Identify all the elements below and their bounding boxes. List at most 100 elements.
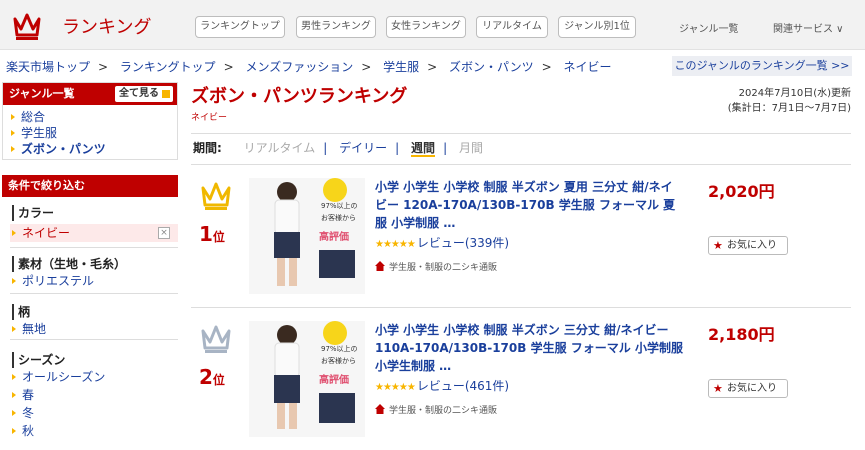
silver-crown-icon [201,325,231,353]
period-daily[interactable]: デイリー [339,141,387,155]
filter-material: 素材（生地・毛糸） ポリエステル [2,256,178,290]
genre-box: ジャンル一覧 全て見る 総合 学生服 ズボン・パンツ [2,82,178,160]
arrow-square-icon [162,90,170,98]
image-text: お客様から [321,356,356,365]
show-all-button[interactable]: 全て見る [115,86,173,102]
filter-material-item[interactable]: ポリエステル [10,272,178,290]
image-text: 高評価 [319,230,349,243]
product-photo: 97%以上の お客様から 高評価 [249,321,365,437]
shop-name: 学生服・制服の二シキ通販 [375,403,497,416]
favorite-button[interactable]: お気に入り [708,379,788,398]
period-realtime: リアルタイム [243,141,316,155]
filter-pattern-title: 柄 [12,304,178,320]
image-text: お客様から [321,213,356,222]
period-selector: 期間: リアルタイム | デイリー | 週間 | 月間 [191,133,851,165]
star-rating-icon: ★★★★★ [375,382,416,393]
genre-list: 総合 学生服 ズボン・パンツ [3,105,177,157]
review-link[interactable]: レビュー(461件) [417,379,509,393]
filter-season-item[interactable]: 春 [10,386,178,404]
product-photo: 97%以上の お客様から 高評価 [249,178,365,294]
brand-title[interactable]: ランキング [62,13,151,39]
gold-crown-icon [201,182,231,210]
ranking-item: 1位 97%以上の お客様から 高評価 小学 小学生 小学校 制服 半ズボン 夏… [191,178,851,306]
review-link[interactable]: レビュー(339件) [417,236,509,250]
updated-date: 2024年7月10日(水)更新 [738,88,851,99]
nav-realtime[interactable]: リアルタイム [476,16,548,38]
breadcrumb: 楽天市場トップ > ランキングトップ > メンズファッション > 学生服 > ズボン・パ… [6,58,612,75]
filter-material-title: 素材（生地・毛糸） [12,256,178,272]
related-services-menu[interactable]: 関連サービス ∨ [773,20,844,35]
rank-suffix: 位 [212,230,225,244]
breadcrumb-separator: > [223,60,234,74]
period-label: 期間: [193,141,222,155]
breadcrumb-item[interactable]: ランキングトップ [120,60,216,74]
filter-box: 条件で絞り込む カラー ネイビー × 素材（生地・毛糸） ポリエステル 柄 無地 … [2,175,178,450]
review-rating: ★★★★★ レビュー(461件) [375,377,509,394]
filter-color: カラー ネイビー × [2,205,178,242]
rank-value: 2 [199,365,213,389]
divider [10,293,178,294]
rank-number: 2位 [199,365,225,389]
crown-logo-icon[interactable] [12,9,42,41]
filter-pattern: 柄 無地 [2,304,178,338]
filter-box-header: 条件で絞り込む [2,175,178,197]
filter-pattern-item[interactable]: 無地 [10,320,178,338]
product-name-link[interactable]: 小学 小学生 小学校 制服 半ズボン 夏用 三分丈 紺/ネイビー 120A-17… [375,178,683,232]
breadcrumb-item[interactable]: ネイビー [564,60,612,74]
filter-color-selected[interactable]: ネイビー × [10,224,178,242]
item-divider [191,307,851,308]
ranking-item: 2位 97%以上の お客様から 高評価 小学 小学生 小学校 制服 半ズボン 三… [191,321,851,449]
product-image[interactable]: 97%以上の お客様から 高評価 [249,178,365,294]
divider [10,247,178,248]
rank-value: 1 [199,222,213,246]
header: ランキング ランキングトップ 男性ランキング 女性ランキング リアルタイム ジャ… [0,0,865,50]
genre-ranking-list-link[interactable]: このジャンルのランキング一覧 >> [672,56,852,76]
filter-season-item[interactable]: 冬 [10,404,178,422]
rank-number: 1位 [199,222,225,246]
breadcrumb-item[interactable]: メンズファッション [245,60,353,74]
show-all-label: 全て見る [119,88,159,99]
shop-name: 学生服・制服の二シキ通販 [375,260,497,273]
period-separator: | [395,141,400,155]
clear-filter-icon[interactable]: × [158,227,170,239]
product-name-link[interactable]: 小学 小学生 小学校 制服 半ズボン 三分丈 紺/ネイビー 110A-170A/… [375,321,683,375]
genre-box-header: ジャンル一覧 全て見る [3,83,177,105]
period-separator: | [323,141,328,155]
genre-item-school-uniform[interactable]: 学生服 [11,125,177,141]
shop-house-icon [375,261,385,271]
product-image[interactable]: 97%以上の お客様から 高評価 [249,321,365,437]
nav-male-ranking[interactable]: 男性ランキング [296,16,376,38]
breadcrumb-separator: > [427,60,438,74]
period-weekly[interactable]: 週間 [411,141,436,157]
image-text: 97%以上の [321,201,358,210]
filter-season-title: シーズン [12,352,178,368]
update-info: 2024年7月10日(水)更新 (集計日：7月1日〜7月7日) [728,86,851,116]
favorite-button[interactable]: お気に入り [708,236,788,255]
breadcrumb-item[interactable]: 学生服 [383,60,419,74]
product-price: 2,180円 [708,325,775,344]
genre-item-pants[interactable]: ズボン・パンツ [11,141,177,157]
filter-color-title: カラー [12,205,178,221]
breadcrumb-item[interactable]: 楽天市場トップ [6,60,90,74]
filter-color-selected-label: ネイビー [22,226,71,240]
genre-box-title: ジャンル一覧 [9,87,75,100]
genre-item-all[interactable]: 総合 [11,109,177,125]
filter-season: シーズン オールシーズン 春 冬 秋 [2,352,178,440]
filter-season-item[interactable]: オールシーズン [10,368,178,386]
filter-season-item[interactable]: 秋 [10,422,178,440]
page-title: ズボン・パンツランキング [191,86,408,107]
shop-link[interactable]: 学生服・制服の二シキ通販 [389,406,497,416]
period-range: (集計日：7月1日〜7月7日) [727,103,851,114]
star-rating-icon: ★★★★★ [375,239,416,250]
shop-link[interactable]: 学生服・制服の二シキ通販 [389,263,497,273]
breadcrumb-separator: > [98,60,109,74]
nav-female-ranking[interactable]: 女性ランキング [386,16,466,38]
breadcrumb-separator: > [541,60,552,74]
breadcrumb-item[interactable]: ズボン・パンツ [449,60,534,74]
review-rating: ★★★★★ レビュー(339件) [375,234,509,251]
divider [10,339,178,340]
nav-genre-top[interactable]: ジャンル別1位 [558,16,636,38]
product-price: 2,020円 [708,182,775,201]
nav-ranking-top[interactable]: ランキングトップ [195,16,285,38]
genre-list-link[interactable]: ジャンル一覧 [679,20,739,35]
